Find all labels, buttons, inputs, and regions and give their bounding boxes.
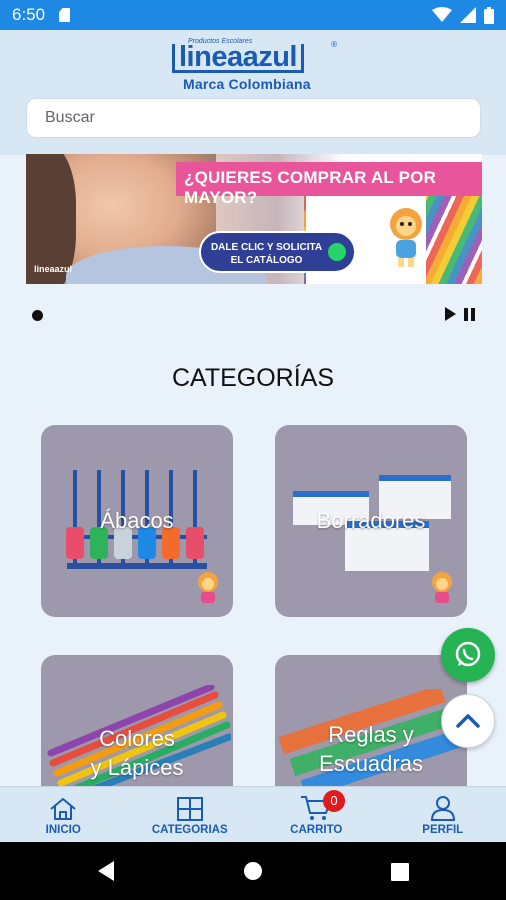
- category-card-borradores[interactable]: Borradores: [275, 425, 467, 617]
- battery-icon: [484, 6, 494, 24]
- carousel-dot[interactable]: [32, 310, 43, 321]
- banner-headline: ¿QUIERES COMPRAR AL POR MAYOR?: [184, 168, 437, 207]
- wifi-icon: [432, 7, 452, 22]
- cart-count-badge: 0: [323, 790, 345, 812]
- home-icon: [50, 798, 76, 820]
- nav-item-perfil[interactable]: PERFIL: [380, 787, 506, 842]
- status-time: 6:50: [12, 5, 46, 24]
- categories-title: CATEGORÍAS: [171, 364, 335, 392]
- sd-card-icon: [59, 8, 71, 22]
- category-label: Colores: [99, 726, 175, 751]
- mascot-image: [390, 208, 422, 267]
- banner-mini-logo: lineaazul: [34, 264, 73, 274]
- status-bar: 6:50: [0, 0, 506, 30]
- play-icon[interactable]: [445, 307, 456, 321]
- promo-banner[interactable]: ¿QUIERES COMPRAR AL POR MAYOR? DALE CLIC…: [26, 154, 482, 284]
- category-label-2: y Lápices: [90, 755, 184, 780]
- scroll-top-button[interactable]: [441, 694, 495, 748]
- nav-label: PERFIL: [422, 824, 464, 836]
- category-label-2: Escuadras: [319, 751, 423, 776]
- category-label: Ábacos: [100, 508, 174, 533]
- bottom-nav: INICIO CATEGORIAS 0 CARRITO PERFIL: [0, 786, 506, 842]
- logo-tagline: Marca Colombiana: [183, 76, 311, 92]
- nav-item-carrito[interactable]: 0 CARRITO: [253, 787, 380, 842]
- request-catalog-button[interactable]: DALE CLIC Y SOLICITA EL CATÁLOGO: [199, 231, 356, 273]
- system-nav-bar: [0, 842, 506, 900]
- signal-icon: [460, 7, 476, 23]
- whatsapp-icon: [328, 243, 346, 261]
- chevron-up-icon: [456, 714, 480, 728]
- nav-item-categorias[interactable]: CATEGORIAS: [127, 787, 254, 842]
- recents-icon[interactable]: [391, 863, 409, 881]
- status-icons: [432, 6, 494, 24]
- cta-line-1: DALE CLIC Y SOLICITA: [210, 242, 323, 253]
- nav-label: CATEGORIAS: [151, 824, 228, 836]
- cta-line-2: EL CATÁLOGO: [230, 255, 303, 266]
- search-input[interactable]: [45, 109, 462, 127]
- logo-registered: ®: [331, 40, 337, 49]
- brand-logo[interactable]: Productos Escolares lineaazul ® Marca Co…: [172, 38, 337, 94]
- category-card-abacos[interactable]: Ábacos: [41, 425, 233, 617]
- category-label: Reglas y: [328, 722, 414, 747]
- whatsapp-icon: [455, 641, 481, 667]
- search-bar[interactable]: [26, 98, 481, 138]
- home-circle-icon[interactable]: [243, 861, 263, 881]
- nav-label: CARRITO: [290, 824, 343, 836]
- logo-brand: lineaazul: [172, 43, 304, 73]
- back-icon[interactable]: [96, 860, 116, 882]
- nav-label: INICIO: [45, 824, 81, 836]
- mascot-image: [432, 572, 452, 603]
- app-header: Productos Escolares lineaazul ® Marca Co…: [0, 30, 506, 155]
- nav-item-inicio[interactable]: INICIO: [0, 787, 127, 842]
- whatsapp-button[interactable]: [441, 628, 495, 682]
- user-icon: [430, 796, 455, 821]
- category-label: Borradores: [316, 508, 426, 533]
- grid-icon: [176, 797, 203, 821]
- pause-icon[interactable]: [464, 308, 475, 321]
- mascot-image: [198, 572, 218, 603]
